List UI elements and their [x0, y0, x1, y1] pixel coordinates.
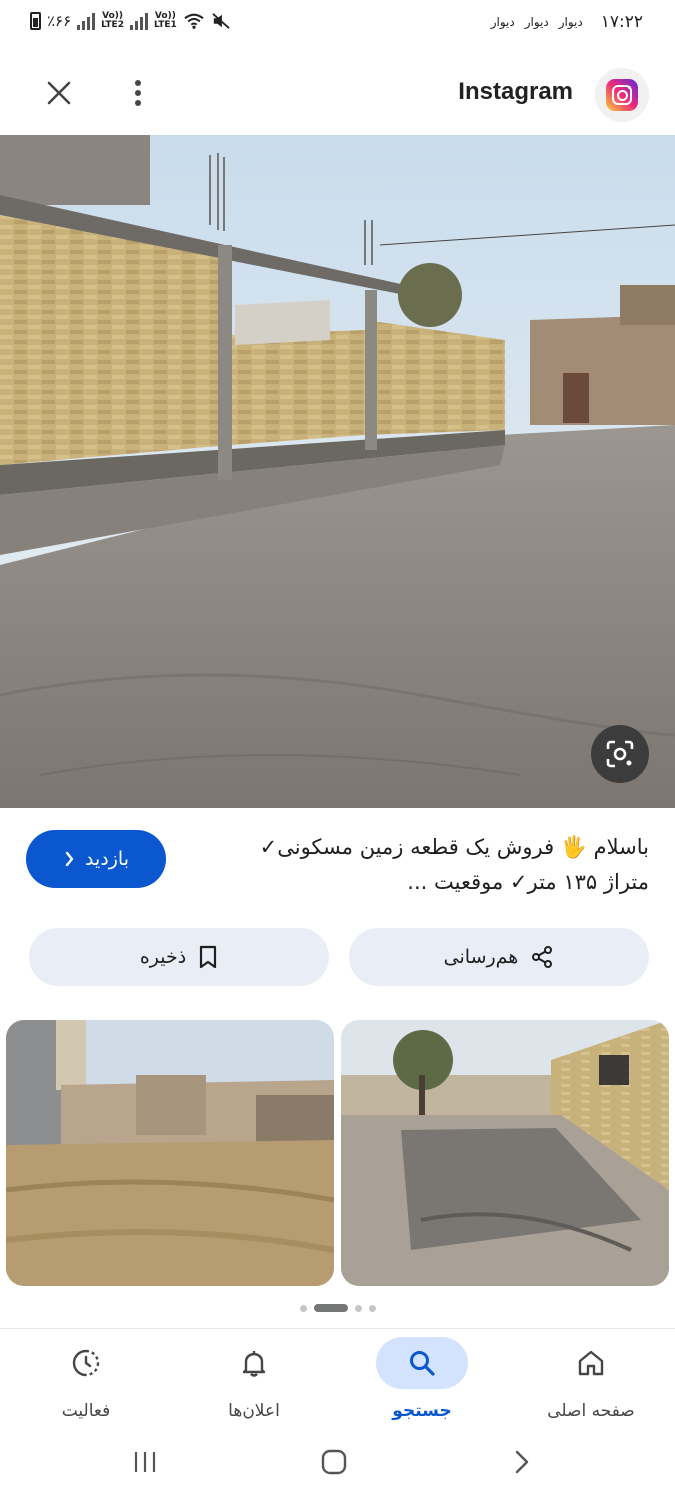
bell-icon	[242, 1351, 266, 1377]
notification-divar: دیوار	[490, 15, 515, 29]
lens-icon	[606, 740, 634, 768]
chevron-right-icon	[65, 851, 74, 867]
search-icon	[410, 1351, 435, 1376]
visit-label: بازدید	[85, 848, 129, 870]
bottom-navigation: صفحه اصلی جستجو اعلان‌ها	[0, 1328, 675, 1428]
nav-label-activity: فعالیت	[61, 1401, 111, 1421]
nav-label-home: صفحه اصلی	[547, 1401, 635, 1421]
related-image-thumbnail[interactable]	[341, 1020, 669, 1286]
wifi-icon	[184, 13, 204, 29]
thumbnail-photo	[341, 1020, 669, 1286]
home-button[interactable]	[314, 1444, 354, 1480]
related-image-thumbnail[interactable]	[6, 1020, 334, 1286]
result-caption[interactable]: باسلام 🖐 فروش یک قطعه زمین مسکونی✓ متراژ…	[189, 830, 649, 900]
thumbnail-photo	[6, 1020, 334, 1286]
source-favicon[interactable]	[595, 68, 649, 122]
recents-icon	[134, 1452, 156, 1472]
source-title[interactable]: Instagram	[458, 78, 573, 106]
nav-item-activity[interactable]: فعالیت	[16, 1337, 156, 1427]
pager-dot	[354, 1304, 362, 1312]
activity-history-icon	[72, 1349, 100, 1377]
caption-line: باسلام 🖐 فروش یک قطعه زمین مسکونی✓	[259, 835, 649, 859]
share-button[interactable]: هم‌رسانی	[349, 928, 649, 986]
save-label: ذخیره	[139, 946, 187, 968]
main-result-image[interactable]	[0, 135, 675, 808]
nav-label-search: جستجو	[392, 1401, 452, 1421]
nav-icon-container	[208, 1337, 300, 1389]
close-button[interactable]	[38, 72, 80, 114]
recent-apps-button[interactable]	[125, 1444, 165, 1480]
battery-level: ٪۶۶	[47, 12, 72, 30]
system-navigation-bar	[0, 1432, 675, 1492]
pager-dot-active	[313, 1304, 348, 1312]
lte2-indicator: Vo)) LTE2	[101, 11, 124, 30]
nav-item-search[interactable]: جستجو	[352, 1337, 492, 1427]
status-left: ٪۶۶ Vo)) LTE2 Vo)) LTE1	[30, 12, 231, 30]
status-right: دیوار دیوار دیوار ۱۷:۲۲	[491, 12, 643, 32]
clock: ۱۷:۲۲	[600, 12, 643, 32]
home-square-icon	[321, 1449, 347, 1475]
mute-icon	[212, 13, 230, 29]
caption-line: متراژ ۱۳۵ متر✓ موقعیت ...	[407, 870, 649, 894]
status-bar: ٪۶۶ Vo)) LTE2 Vo)) LTE1 دیوار دیوار دیوار …	[0, 0, 675, 50]
lens-search-button[interactable]	[591, 725, 649, 783]
signal-icon	[129, 12, 148, 30]
notification-divar: دیوار	[558, 15, 583, 29]
more-options-button[interactable]	[118, 72, 158, 114]
nav-label-notifications: اعلان‌ها	[228, 1401, 280, 1421]
more-vert-icon	[135, 80, 141, 106]
result-header: Instagram	[0, 58, 675, 128]
nav-icon-container	[376, 1337, 468, 1389]
land-photo	[0, 135, 675, 808]
home-icon	[578, 1350, 604, 1376]
share-icon	[532, 946, 553, 968]
signal-icon	[77, 12, 96, 30]
nav-item-notifications[interactable]: اعلان‌ها	[184, 1337, 324, 1427]
save-button[interactable]: ذخیره	[29, 928, 329, 986]
notification-divar: دیوار	[524, 15, 549, 29]
instagram-icon	[606, 79, 638, 111]
back-button[interactable]	[502, 1444, 542, 1480]
pager-dot	[368, 1304, 376, 1312]
share-label: هم‌رسانی	[443, 946, 519, 968]
bookmark-icon	[200, 945, 217, 969]
visit-button[interactable]: بازدید	[26, 830, 166, 888]
battery-icon	[30, 12, 41, 30]
nav-icon-container	[40, 1337, 132, 1389]
nav-item-home[interactable]: صفحه اصلی	[521, 1337, 661, 1427]
lte1-indicator: Vo)) LTE1	[153, 11, 177, 30]
nav-icon-container	[545, 1337, 637, 1389]
pager-dot	[299, 1304, 307, 1312]
chevron-right-icon	[515, 1450, 529, 1474]
close-icon	[47, 81, 71, 105]
carousel-pager	[0, 1302, 675, 1314]
